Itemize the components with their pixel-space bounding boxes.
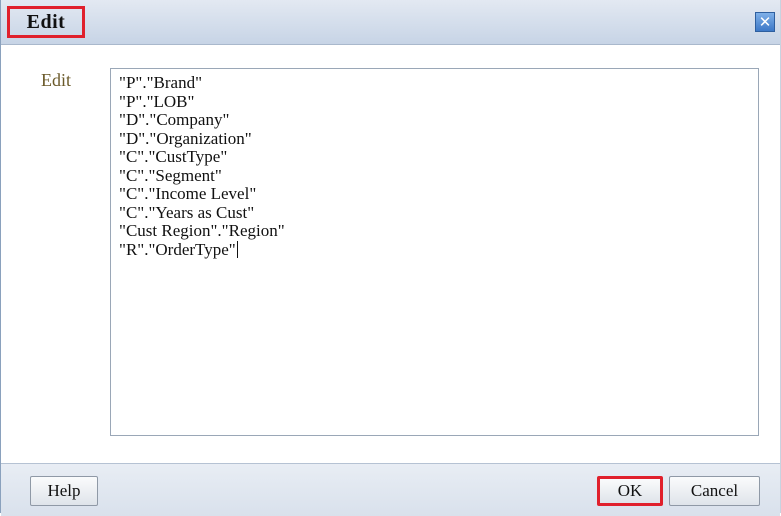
text-line-with-caret: "R"."OrderType": [119, 239, 750, 260]
text-line: "D"."Organization": [119, 128, 252, 148]
edit-dialog: Edit ✕ Edit "P"."Brand" "P"."LOB" "D"."C…: [0, 0, 781, 516]
text-line: "P"."Brand": [119, 73, 203, 92]
cancel-button[interactable]: Cancel: [669, 476, 760, 506]
text-line-content: "R"."OrderType": [119, 239, 236, 259]
dialog-title: Edit: [7, 6, 85, 38]
text-line: "C"."Income Level": [119, 184, 257, 203]
text-caret: [236, 240, 238, 258]
text-line: "Cust Region"."Region": [119, 221, 285, 240]
text-line: "C"."Segment": [119, 165, 222, 185]
text-line: "P"."LOB": [119, 91, 195, 111]
dialog-footer: Help OK Cancel: [1, 463, 780, 516]
edit-textarea[interactable]: "P"."Brand" "P"."LOB" "D"."Company" "D".…: [110, 68, 759, 436]
text-line: "C"."CustType": [119, 147, 228, 166]
dialog-title-bar: Edit ✕: [1, 0, 780, 45]
close-icon[interactable]: ✕: [755, 12, 775, 32]
text-line: "D"."Company": [119, 110, 230, 129]
help-button[interactable]: Help: [30, 476, 98, 506]
edit-field-label: Edit: [41, 70, 71, 90]
ok-button[interactable]: OK: [597, 476, 663, 506]
text-line: "C"."Years as Cust": [119, 202, 255, 222]
